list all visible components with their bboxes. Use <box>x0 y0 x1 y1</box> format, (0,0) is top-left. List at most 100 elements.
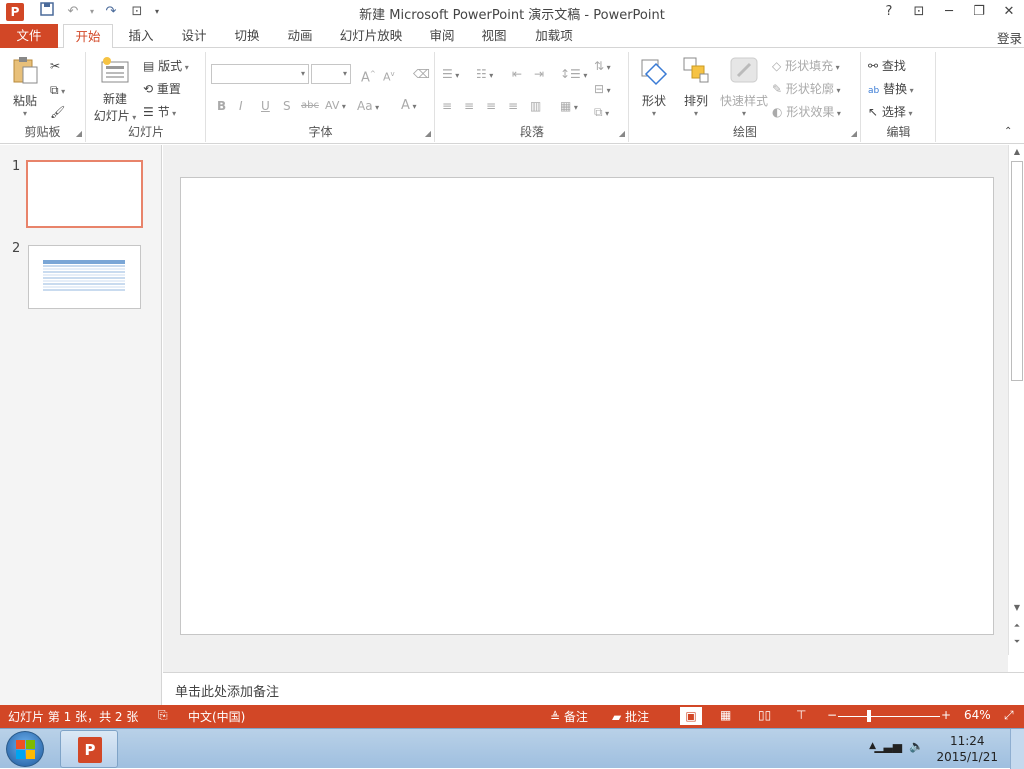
close-button[interactable]: ✕ <box>994 0 1024 24</box>
clipboard-launcher-icon[interactable]: ◢ <box>76 129 82 138</box>
tab-insert[interactable]: 插入 <box>120 24 162 48</box>
font-size-combobox[interactable]: ▾ <box>311 64 351 84</box>
change-case-button[interactable]: Aa ▾ <box>357 96 379 116</box>
format-painter-icon[interactable]: 🖌 <box>50 102 65 122</box>
fit-slide-icon[interactable]: ⤢ <box>1004 708 1014 723</box>
start-button-icon[interactable] <box>6 731 44 767</box>
tab-transitions[interactable]: 切换 <box>226 24 268 48</box>
shape-outline-button[interactable]: ✎ 形状轮廓 ▾ <box>772 79 840 99</box>
copy-icon[interactable]: ⧉ ▾ <box>50 80 65 100</box>
decrease-font-size-button[interactable]: Av <box>383 64 395 84</box>
align-center-icon[interactable]: ≡ <box>464 96 474 116</box>
bullets-icon[interactable]: ☰ ▾ <box>442 64 459 84</box>
columns-icon[interactable]: ▦ ▾ <box>560 96 578 116</box>
notes-toggle-button[interactable]: ≜ 备注 <box>550 708 588 725</box>
tab-home[interactable]: 开始 <box>63 24 113 49</box>
help-button[interactable]: ? <box>874 0 904 24</box>
character-spacing-button[interactable]: AV ▾ <box>325 96 346 116</box>
reading-view-icon[interactable]: ▯▯ <box>758 708 771 722</box>
clock[interactable]: 11:24 2015/1/21 <box>936 733 998 765</box>
sign-in-link[interactable]: 登录 <box>997 28 1022 47</box>
shapes-button[interactable]: 形状 ▾ <box>636 54 672 118</box>
spell-check-icon[interactable]: ⎘ <box>158 708 168 723</box>
collapse-ribbon-icon[interactable]: ⌃ <box>1004 122 1012 142</box>
quick-styles-button[interactable]: 快速样式 ▾ <box>716 54 772 118</box>
increase-indent-icon[interactable]: ⇥ <box>534 64 544 84</box>
italic-button[interactable]: I <box>239 96 243 116</box>
zoom-out-button[interactable]: − <box>827 708 837 722</box>
zoom-slider-thumb[interactable] <box>867 710 871 722</box>
undo-dropdown-icon[interactable]: ▾ <box>88 2 96 22</box>
layout-button[interactable]: ▤ 版式 ▾ <box>143 56 189 76</box>
align-right-icon[interactable]: ≡ <box>486 96 496 116</box>
underline-button[interactable]: U <box>261 96 270 116</box>
line-spacing-icon[interactable]: ↕☰ ▾ <box>560 64 587 84</box>
convert-to-smartart-icon[interactable]: ⧉ ▾ <box>594 102 609 122</box>
strikethrough-button[interactable]: abc <box>301 96 319 116</box>
zoom-slider-track[interactable] <box>838 716 940 717</box>
scroll-down-icon[interactable]: ▼ <box>1009 603 1024 612</box>
slide-thumbnail-2[interactable] <box>28 245 141 309</box>
start-from-beginning-icon[interactable]: ⊡ <box>126 2 148 22</box>
volume-icon[interactable]: 🔈 <box>909 739 924 753</box>
minimize-button[interactable]: ─ <box>934 0 964 24</box>
text-direction-icon[interactable]: ⇅ ▾ <box>594 56 611 76</box>
undo-icon[interactable]: ↶ <box>62 2 84 22</box>
slideshow-icon[interactable]: ⊤ <box>796 708 806 722</box>
comments-toggle-button[interactable]: ▰ 批注 <box>612 708 649 725</box>
cut-icon[interactable]: ✂ <box>50 56 60 76</box>
show-desktop-button[interactable] <box>1010 729 1024 769</box>
restore-button[interactable]: ❐ <box>964 0 994 24</box>
replace-button[interactable]: ab 替换 ▾ <box>868 79 914 99</box>
arrange-button[interactable]: 排列 ▾ <box>678 54 714 118</box>
tab-review[interactable]: 审阅 <box>421 24 463 48</box>
paste-button[interactable]: 粘贴 ▾ <box>6 54 44 118</box>
align-left-icon[interactable]: ≡ <box>442 96 452 116</box>
slide-sorter-icon[interactable]: ▦ <box>720 708 731 722</box>
numbering-icon[interactable]: ☷ ▾ <box>476 64 493 84</box>
shape-fill-button[interactable]: ◇ 形状填充 ▾ <box>772 56 840 76</box>
vertical-scrollbar[interactable]: ▲ ▼ ⏶ ⏷ <box>1008 145 1024 655</box>
reset-button[interactable]: ⟲ 重置 <box>143 79 181 99</box>
zoom-in-button[interactable]: + <box>941 708 951 722</box>
previous-slide-icon[interactable]: ⏶ <box>1009 621 1024 631</box>
new-slide-button[interactable]: 新建 幻灯片 ▾ <box>91 54 139 124</box>
zoom-level[interactable]: 64% <box>964 708 991 722</box>
paragraph-launcher-icon[interactable]: ◢ <box>619 129 625 138</box>
ribbon-display-options-icon[interactable]: ⊡ <box>904 0 934 24</box>
font-launcher-icon[interactable]: ◢ <box>425 129 431 138</box>
powerpoint-logo-icon[interactable]: P <box>6 3 24 21</box>
find-button[interactable]: ⚯ 查找 <box>868 56 906 76</box>
tab-addins[interactable]: 加载项 <box>527 24 581 48</box>
language-indicator[interactable]: 中文(中国) <box>188 708 245 725</box>
taskbar-powerpoint-button[interactable]: P <box>60 730 118 768</box>
notes-pane[interactable]: 单击此处添加备注 <box>163 672 1024 705</box>
select-button[interactable]: ↖ 选择 ▾ <box>868 102 912 122</box>
section-button[interactable]: ☰ 节 ▾ <box>143 102 176 122</box>
justify-icon[interactable]: ≡ <box>508 96 518 116</box>
text-shadow-button[interactable]: S <box>283 96 291 116</box>
clear-formatting-icon[interactable]: ⌫ <box>413 64 430 84</box>
tab-view[interactable]: 视图 <box>473 24 515 48</box>
font-color-button[interactable]: A ▾ <box>401 96 416 116</box>
redo-icon[interactable]: ↷ <box>100 2 122 22</box>
scroll-thumb[interactable] <box>1011 161 1023 381</box>
slide-thumbnail-1[interactable] <box>26 160 143 228</box>
align-text-icon[interactable]: ⊟ ▾ <box>594 79 611 99</box>
tab-design[interactable]: 设计 <box>173 24 215 48</box>
increase-font-size-button[interactable]: A^ <box>361 64 376 85</box>
font-name-combobox[interactable]: ▾ <box>211 64 309 84</box>
decrease-indent-icon[interactable]: ⇤ <box>512 64 522 84</box>
normal-view-icon[interactable]: ▣ <box>680 707 702 725</box>
bold-button[interactable]: B <box>217 96 226 116</box>
next-slide-icon[interactable]: ⏷ <box>1009 637 1024 647</box>
distributed-icon[interactable]: ▥ <box>530 96 541 116</box>
customize-qat-icon[interactable]: ▾ <box>152 2 162 22</box>
tab-animations[interactable]: 动画 <box>279 24 321 48</box>
save-icon[interactable] <box>36 2 58 22</box>
tab-file[interactable]: 文件 <box>0 24 58 48</box>
shape-effects-button[interactable]: ◐ 形状效果 ▾ <box>772 102 841 122</box>
drawing-launcher-icon[interactable]: ◢ <box>851 129 857 138</box>
slide-canvas[interactable] <box>180 177 994 635</box>
network-icon[interactable]: ▁▃▅ <box>874 739 902 753</box>
